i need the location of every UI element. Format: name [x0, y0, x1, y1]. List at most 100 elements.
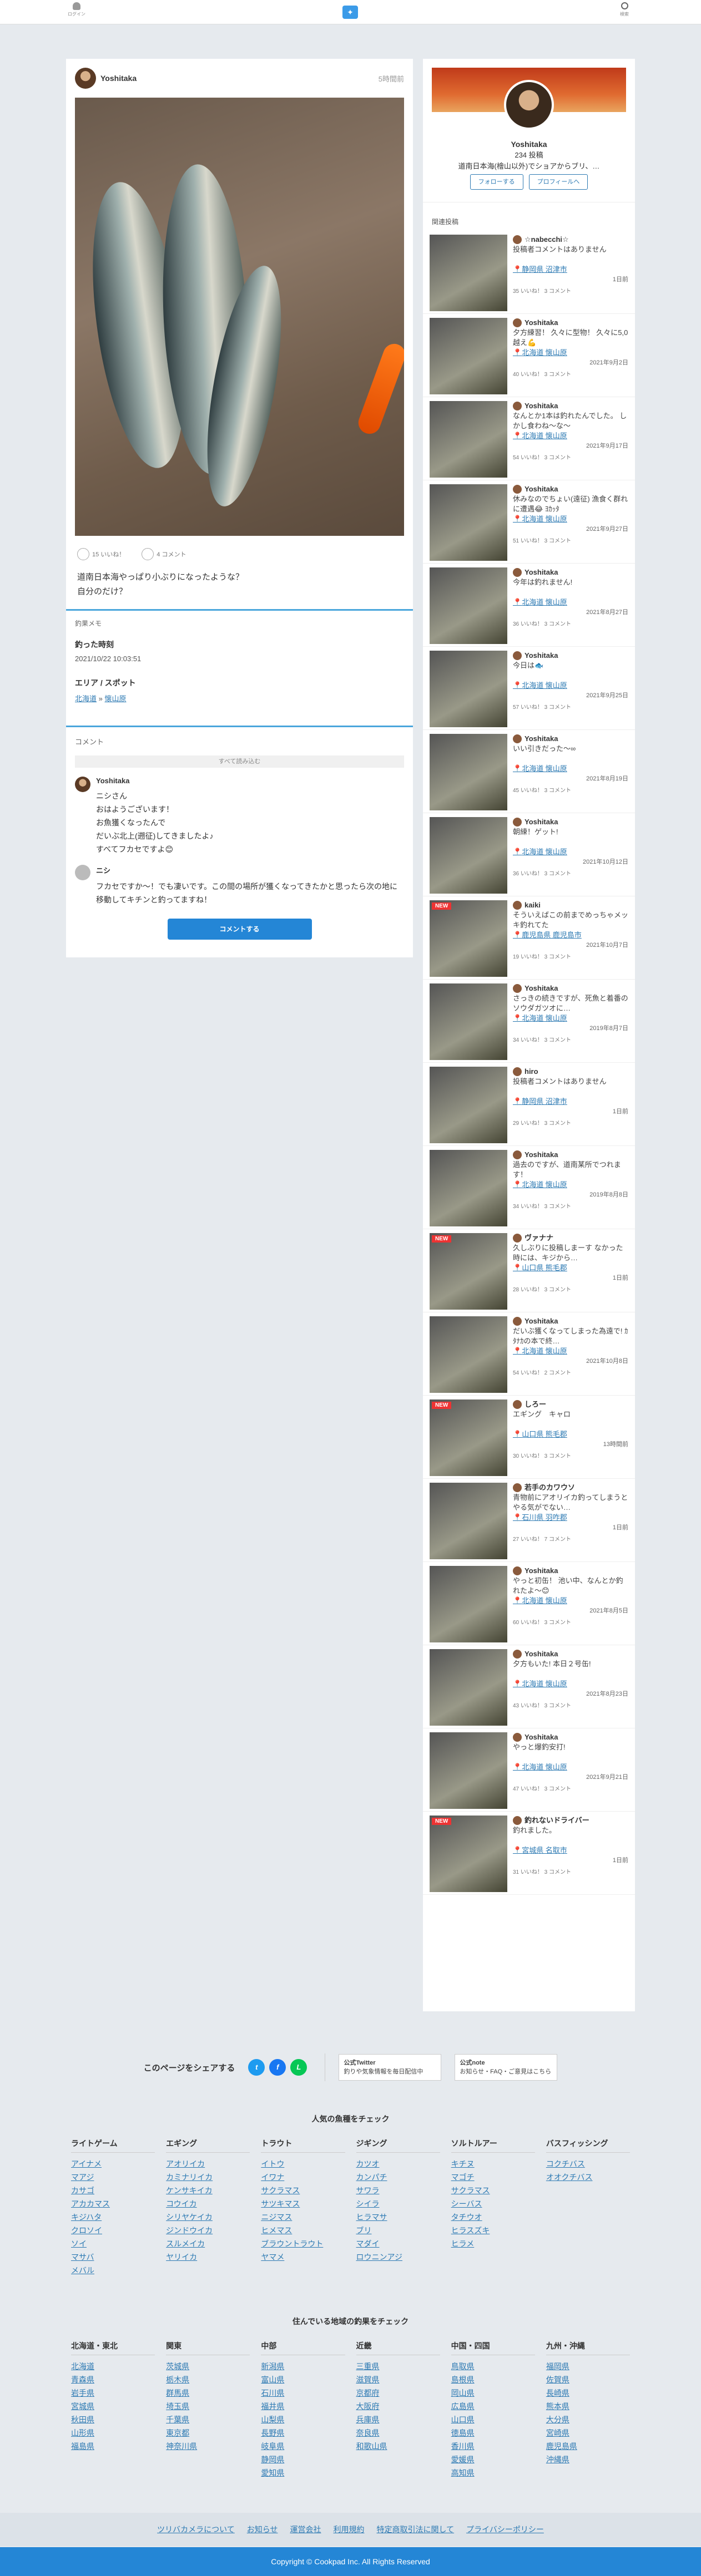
category-link[interactable]: コクチバス	[546, 2157, 630, 2171]
category-link[interactable]: キチヌ	[451, 2157, 535, 2171]
related-thumbnail[interactable]: NEW	[430, 1816, 507, 1892]
related-item[interactable]: Yoshitaka やっと爆釣安打! 📍北海道 懐山原 2021年9月21日 4…	[423, 1728, 635, 1812]
official-note-card[interactable]: 公式note お知らせ・FAQ・ご意見はこちら	[455, 2054, 558, 2081]
category-link[interactable]: マサバ	[71, 2250, 155, 2264]
category-link[interactable]: サツキマス	[261, 2197, 345, 2210]
related-thumbnail[interactable]	[430, 318, 507, 394]
category-link[interactable]: 静岡県	[261, 2453, 345, 2466]
write-comment-button[interactable]: コメントする	[167, 919, 312, 940]
related-thumbnail[interactable]	[430, 734, 507, 810]
location-link[interactable]: 📍北海道 懐山原	[513, 1762, 628, 1772]
category-link[interactable]: カツオ	[356, 2157, 440, 2171]
location-link[interactable]: 📍鹿児島県 鹿児島市	[513, 930, 628, 940]
category-link[interactable]: ケンサキイカ	[166, 2184, 250, 2197]
related-thumbnail[interactable]	[430, 1649, 507, 1726]
category-link[interactable]: 栃木県	[166, 2373, 250, 2386]
related-item[interactable]: Yoshitaka 今年は釣れません! 📍北海道 懐山原 2021年8月27日 …	[423, 564, 635, 647]
category-link[interactable]: 長野県	[261, 2426, 345, 2440]
category-link[interactable]: サクラマス	[451, 2184, 535, 2197]
location-link[interactable]: 📍北海道 懐山原	[513, 1596, 628, 1606]
related-item[interactable]: Yoshitaka 休みなのでちょい(遠征) 漁食く群れに遭遇😂 ﾖｶｯﾀ 📍北…	[423, 480, 635, 564]
category-link[interactable]: キジハタ	[71, 2210, 155, 2224]
related-item[interactable]: Yoshitaka 夕方もいた! 本日２号缶! 📍北海道 懐山原 2021年8月…	[423, 1645, 635, 1728]
category-link[interactable]: 愛知県	[261, 2466, 345, 2479]
footer-link[interactable]: 利用規約	[334, 2524, 365, 2535]
search-link[interactable]: 検索	[620, 2, 629, 17]
category-link[interactable]: 徳島県	[451, 2426, 535, 2440]
category-link[interactable]: 高知県	[451, 2466, 535, 2479]
category-link[interactable]: 兵庫県	[356, 2413, 440, 2426]
location-link[interactable]: 📍北海道 懐山原	[513, 847, 628, 857]
category-link[interactable]: マアジ	[71, 2171, 155, 2184]
location-link[interactable]: 📍山口県 熊毛郡	[513, 1429, 628, 1439]
related-item[interactable]: 若手のカワウソ 青物前にアオリイカ釣ってしまうとやる気がでない… 📍石川県 羽咋…	[423, 1479, 635, 1562]
category-link[interactable]: マダイ	[356, 2237, 440, 2250]
related-item[interactable]: NEW しろー エギング キャロ 📍山口県 熊毛郡 13時間前 30 いいね！ …	[423, 1396, 635, 1479]
related-item[interactable]: NEW ヴァナナ 久しぶりに投稿しまーす なかった時には、キジから… 📍山口県 …	[423, 1229, 635, 1312]
footer-link[interactable]: ツリバカメラについて	[157, 2524, 235, 2535]
category-link[interactable]: 熊本県	[546, 2400, 630, 2413]
category-link[interactable]: 福井県	[261, 2400, 345, 2413]
category-link[interactable]: スルメイカ	[166, 2237, 250, 2250]
category-link[interactable]: 岩手県	[71, 2386, 155, 2400]
related-thumbnail[interactable]	[430, 1566, 507, 1642]
category-link[interactable]: 沖縄県	[546, 2453, 630, 2466]
category-link[interactable]: 秋田県	[71, 2413, 155, 2426]
category-link[interactable]: 奈良県	[356, 2426, 440, 2440]
category-link[interactable]: 佐賀県	[546, 2373, 630, 2386]
category-link[interactable]: タチウオ	[451, 2210, 535, 2224]
category-link[interactable]: シリヤケイカ	[166, 2210, 250, 2224]
location-link[interactable]: 📍北海道 懐山原	[513, 1679, 628, 1689]
category-link[interactable]: 山梨県	[261, 2413, 345, 2426]
location-link[interactable]: 📍静岡県 沼津市	[513, 1097, 628, 1107]
location-link[interactable]: 📍北海道 懐山原	[513, 348, 628, 358]
category-link[interactable]: 群馬県	[166, 2386, 250, 2400]
location-link[interactable]: 📍北海道 懐山原	[513, 431, 628, 441]
category-link[interactable]: アイナメ	[71, 2157, 155, 2171]
category-link[interactable]: 神奈川県	[166, 2440, 250, 2453]
related-item[interactable]: Yoshitaka 夕方練習！ 久々に型物！ 久々に5,0越え💪 📍北海道 懐山…	[423, 314, 635, 397]
category-link[interactable]: 香川県	[451, 2440, 535, 2453]
related-item[interactable]: Yoshitaka だいぶ獲くなってしまった為遠で! ｶﾀﾅｶの本で終… 📍北海…	[423, 1312, 635, 1396]
category-link[interactable]: 鹿児島県	[546, 2440, 630, 2453]
related-item[interactable]: Yoshitaka 今日は🐟 📍北海道 懐山原 2021年9月25日 57 いい…	[423, 647, 635, 730]
facebook-share-icon[interactable]: f	[269, 2059, 286, 2076]
category-link[interactable]: 茨城県	[166, 2360, 250, 2373]
related-thumbnail[interactable]	[430, 1732, 507, 1809]
login-link[interactable]: ログイン	[68, 2, 85, 17]
category-link[interactable]: コウイカ	[166, 2197, 250, 2210]
related-thumbnail[interactable]: NEW	[430, 1233, 507, 1310]
category-link[interactable]: オオクチバス	[546, 2171, 630, 2184]
category-link[interactable]: 東京都	[166, 2426, 250, 2440]
related-item[interactable]: Yoshitaka さっきの続きですが、死魚と着番のソウダガツオに… 📍北海道 …	[423, 980, 635, 1063]
category-link[interactable]: カサゴ	[71, 2184, 155, 2197]
category-link[interactable]: クロソイ	[71, 2224, 155, 2237]
footer-link[interactable]: お知らせ	[247, 2524, 278, 2535]
category-link[interactable]: 埼玉県	[166, 2400, 250, 2413]
category-link[interactable]: 長崎県	[546, 2386, 630, 2400]
comment-count-button[interactable]: 4 コメント	[142, 548, 186, 560]
site-logo[interactable]: ✦	[342, 6, 358, 19]
category-link[interactable]: 広島県	[451, 2400, 535, 2413]
location-link[interactable]: 📍石川県 羽咋郡	[513, 1513, 628, 1523]
category-link[interactable]: 岡山県	[451, 2386, 535, 2400]
area-spot-link[interactable]: 懐山原	[104, 694, 126, 703]
related-item[interactable]: ☆nabecchi☆ 投稿者コメントはありません 📍静岡県 沼津市 1日前 35…	[423, 231, 635, 314]
footer-link[interactable]: プライバシーポリシー	[466, 2524, 544, 2535]
related-thumbnail[interactable]	[430, 983, 507, 1060]
footer-link[interactable]: 特定商取引法に関して	[377, 2524, 455, 2535]
category-link[interactable]: 宮崎県	[546, 2426, 630, 2440]
area-pref-link[interactable]: 北海道	[75, 694, 97, 703]
related-thumbnail[interactable]	[430, 401, 507, 478]
related-thumbnail[interactable]	[430, 651, 507, 727]
related-item[interactable]: Yoshitaka 朝練！ゲット! 📍北海道 懐山原 2021年10月12日 3…	[423, 813, 635, 896]
category-link[interactable]: 宮城県	[71, 2400, 155, 2413]
category-link[interactable]: アオリイカ	[166, 2157, 250, 2171]
category-link[interactable]: 大阪府	[356, 2400, 440, 2413]
category-link[interactable]: 大分県	[546, 2413, 630, 2426]
category-link[interactable]: 青森県	[71, 2373, 155, 2386]
category-link[interactable]: 北海道	[71, 2360, 155, 2373]
category-link[interactable]: ニジマス	[261, 2210, 345, 2224]
related-thumbnail[interactable]	[430, 1316, 507, 1393]
related-thumbnail[interactable]: NEW	[430, 900, 507, 977]
